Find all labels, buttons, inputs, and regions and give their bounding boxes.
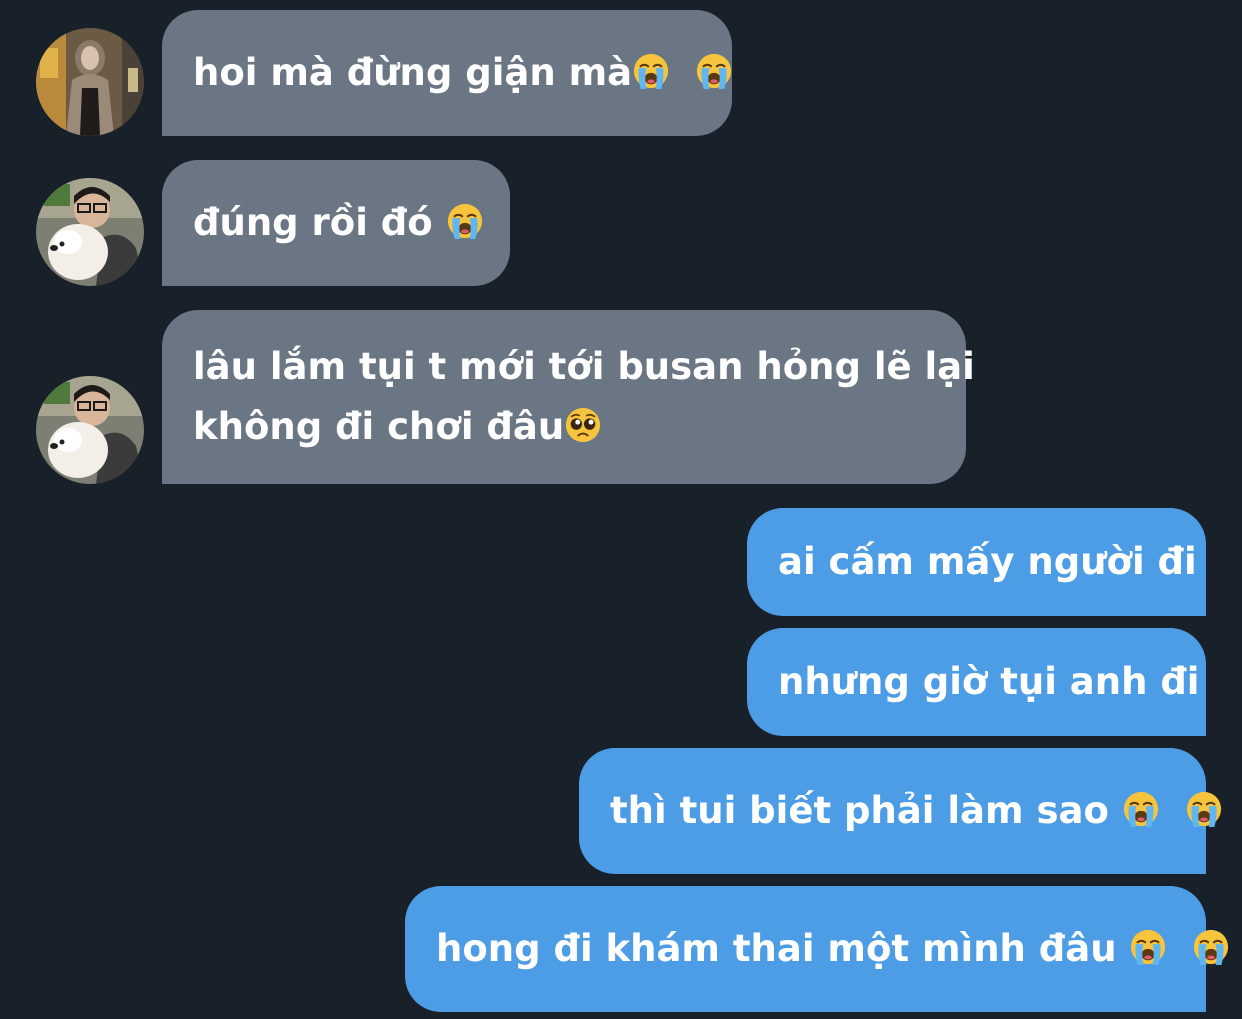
message-text: nhưng giờ tụi anh đi (778, 660, 1200, 703)
loudly-crying-face-icon (446, 202, 484, 240)
loudly-crying-face-icon (695, 52, 733, 90)
message-text: hoi mà đừng giận mà (193, 43, 732, 103)
message-text-content: thì tui biết phải làm sao (610, 789, 1122, 832)
avatar[interactable] (36, 376, 144, 484)
avatar[interactable] (36, 28, 144, 136)
message-bubble-incoming[interactable]: đúng rồi đó (162, 160, 510, 286)
message-text-content: hong đi khám thai một mình đâu (436, 927, 1130, 970)
message-text: hong đi khám thai một mình đâu (436, 919, 1206, 979)
message-bubble-outgoing[interactable]: ai cấm mấy người đi (747, 508, 1206, 616)
loudly-crying-face-icon (632, 52, 670, 90)
message-bubble-incoming[interactable]: lâu lắm tụi t mới tới busan hỏng lẽ lại … (162, 310, 975, 484)
message-text-content: hoi mà đừng giận mà (193, 51, 633, 94)
message-text: thì tui biết phải làm sao (610, 781, 1206, 841)
loudly-crying-face-icon (1122, 790, 1160, 828)
message-text: đúng rồi đó (193, 193, 510, 253)
loudly-crying-face-icon (1129, 928, 1167, 966)
avatar-photo (36, 178, 144, 286)
message-bubble-outgoing[interactable]: nhưng giờ tụi anh đi (747, 628, 1206, 736)
chat-thread: hoi mà đừng giận mà đúng rồi đó lâu lắm … (0, 0, 1242, 1019)
message-text: ai cấm mấy người đi (778, 540, 1197, 583)
message-text-line-1: lâu lắm tụi t mới tới busan hỏng lẽ lại (193, 345, 975, 388)
avatar-photo (36, 28, 144, 136)
loudly-crying-face-icon (1192, 928, 1230, 966)
message-bubble-outgoing[interactable]: thì tui biết phải làm sao (579, 748, 1206, 874)
message-text-line-2: không đi chơi đâu (193, 397, 966, 457)
message-text-content: không đi chơi đâu (193, 405, 565, 448)
avatar[interactable] (36, 178, 144, 286)
pleading-face-icon (564, 406, 602, 444)
message-text-content: đúng rồi đó (193, 201, 446, 244)
avatar-photo (36, 376, 144, 484)
message-bubble-incoming[interactable]: hoi mà đừng giận mà (162, 10, 732, 136)
message-bubble-outgoing[interactable]: hong đi khám thai một mình đâu (405, 886, 1206, 1012)
loudly-crying-face-icon (1185, 790, 1223, 828)
